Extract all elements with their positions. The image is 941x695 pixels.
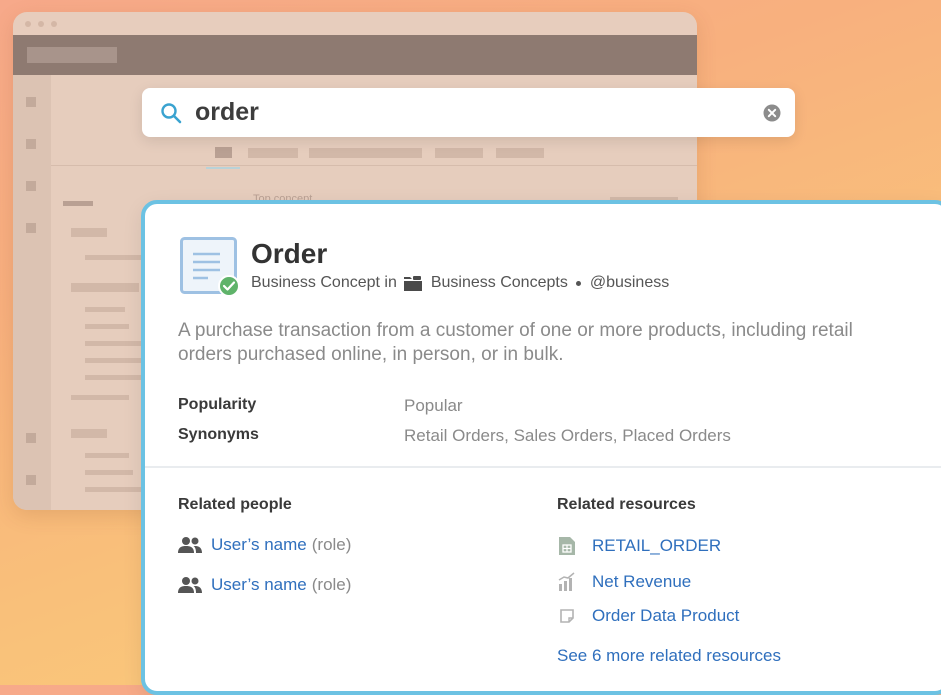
data-product-icon bbox=[560, 609, 574, 623]
people-icon bbox=[178, 537, 202, 553]
owner-handle[interactable]: @business bbox=[590, 274, 669, 292]
verified-document-icon bbox=[180, 237, 240, 297]
metric-chart-icon bbox=[558, 572, 575, 591]
related-person: User’s name (role) bbox=[178, 575, 351, 595]
property-value-popularity: Popular bbox=[404, 396, 463, 415]
clear-search-icon[interactable] bbox=[763, 104, 781, 122]
collection-link[interactable]: Business Concepts bbox=[431, 274, 568, 292]
resource-link[interactable]: RETAIL_ORDER bbox=[592, 536, 721, 556]
section-divider bbox=[145, 466, 941, 468]
person-role: (role) bbox=[311, 575, 352, 594]
sidebar-icon bbox=[26, 139, 36, 149]
related-resource: Net Revenue bbox=[558, 572, 691, 592]
app-sidebar bbox=[13, 75, 51, 510]
concept-description: A purchase transaction from a customer o… bbox=[178, 320, 853, 365]
resource-link[interactable]: Net Revenue bbox=[592, 572, 691, 592]
window-titlebar bbox=[13, 12, 697, 35]
people-icon bbox=[178, 577, 202, 593]
related-resource: RETAIL_ORDER bbox=[558, 536, 721, 556]
separator-dot bbox=[575, 280, 581, 286]
person-role: (role) bbox=[311, 535, 352, 554]
window-dot bbox=[51, 21, 57, 27]
related-people-title: Related people bbox=[178, 496, 292, 513]
window-dot bbox=[38, 21, 44, 27]
concept-type-label: Business Concept in bbox=[251, 274, 397, 291]
search-bar bbox=[142, 88, 795, 137]
search-input[interactable] bbox=[195, 98, 735, 127]
sidebar-icon bbox=[26, 223, 36, 233]
sidebar-icon bbox=[26, 475, 36, 485]
sidebar-icon bbox=[26, 97, 36, 107]
related-resources-title: Related resources bbox=[557, 496, 696, 513]
search-icon bbox=[161, 103, 182, 124]
table-icon bbox=[559, 537, 575, 555]
concept-subtitle: Business Concept in Business Concepts @b… bbox=[251, 274, 669, 292]
person-name-link[interactable]: User’s name bbox=[211, 575, 307, 595]
app-header bbox=[13, 35, 697, 75]
person-name-link[interactable]: User’s name bbox=[211, 535, 307, 555]
related-person: User’s name (role) bbox=[178, 535, 351, 555]
property-label-synonyms: Synonyms bbox=[178, 426, 259, 443]
see-more-resources-link[interactable]: See 6 more related resources bbox=[557, 646, 781, 666]
property-label-popularity: Popularity bbox=[178, 396, 257, 413]
resource-link[interactable]: Order Data Product bbox=[592, 606, 739, 626]
property-value-synonyms: Retail Orders, Sales Orders, Placed Orde… bbox=[404, 426, 731, 445]
window-dot bbox=[25, 21, 31, 27]
sidebar-icon bbox=[26, 433, 36, 443]
concept-card: Order Business Concept in Business Conce… bbox=[141, 200, 941, 695]
app-logo-placeholder bbox=[27, 47, 117, 63]
collection-folder-icon bbox=[403, 275, 422, 291]
sidebar-icon bbox=[26, 181, 36, 191]
related-resource: Order Data Product bbox=[558, 606, 739, 626]
concept-title: Order bbox=[251, 238, 328, 269]
